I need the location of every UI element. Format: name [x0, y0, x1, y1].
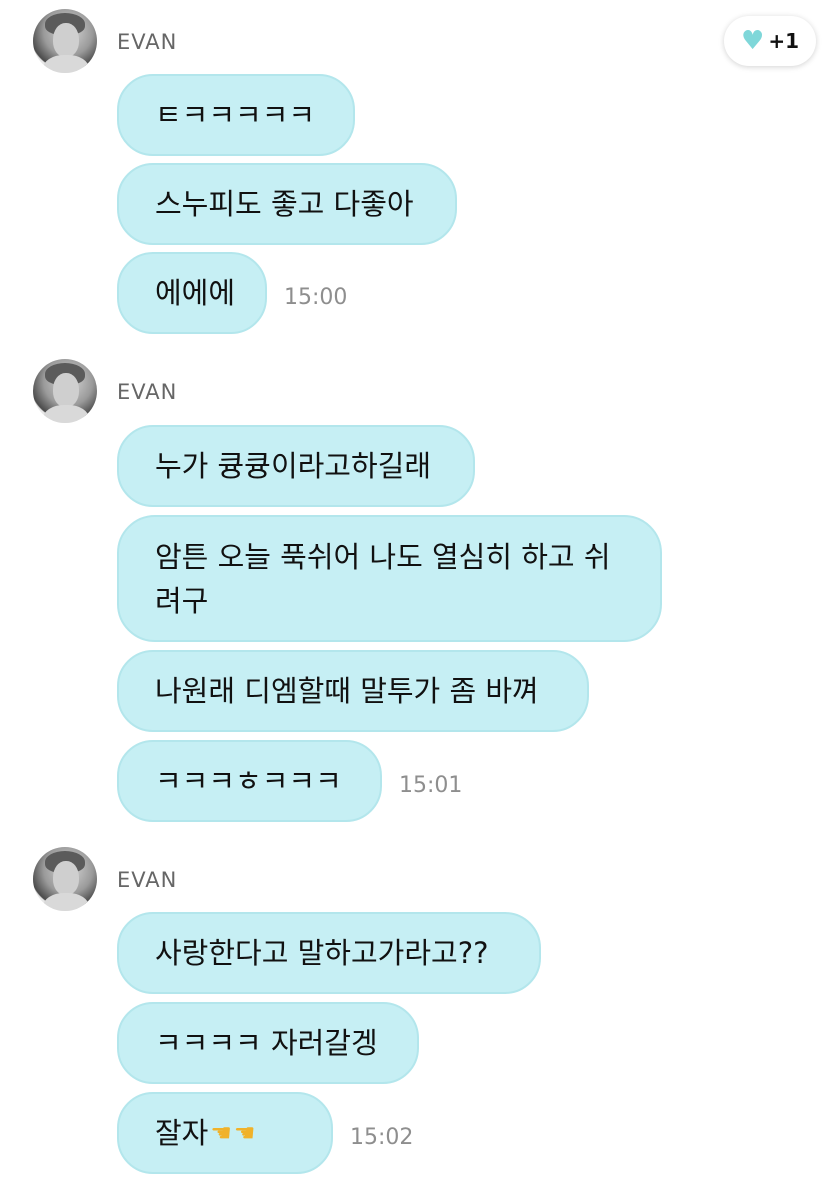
message-timestamp: 15:02 [350, 1125, 414, 1150]
message-bubble[interactable]: 나원래 디엠할때 말투가 좀 바껴 [117, 650, 589, 732]
message-text: 암튼 오늘 푹쉬어 나도 열심히 하고 쉬려구 [155, 539, 611, 618]
message-timestamp: 15:00 [284, 285, 348, 310]
message-text: 잘자 [155, 1116, 209, 1150]
message-timestamp: 15:01 [399, 773, 463, 798]
avatar[interactable] [33, 359, 97, 423]
heart-icon: ♥ [741, 26, 765, 56]
message-bubble[interactable]: 사랑한다고 말하고가라고?? [117, 912, 541, 994]
message-bubble[interactable]: 잘자 ☚ ☚ [117, 1092, 333, 1174]
hand-pointing-icon: ☚ [210, 1119, 232, 1147]
hand-pointing-icon: ☚ [233, 1119, 256, 1147]
message-bubble[interactable]: ㅋㅋㅋㅋ 자러갈겡 [117, 1002, 419, 1084]
avatar[interactable] [33, 9, 97, 73]
sender-name: EVAN [117, 868, 178, 892]
message-bubble[interactable]: 스누피도 좋고 다좋아 [117, 163, 457, 245]
message-text: ㅌㅋㅋㅋㅋㅋ [155, 98, 316, 132]
sender-name: EVAN [117, 380, 178, 404]
sender-name: EVAN [117, 30, 178, 54]
message-text: ㅋㅋㅋㅋ 자러갈겡 [155, 1026, 378, 1060]
message-text: 누가 큥큥이라고하길래 [155, 449, 432, 483]
message-text: 사랑한다고 말하고가라고?? [155, 936, 489, 970]
message-text: 에에에 [155, 276, 236, 310]
message-bubble[interactable]: 에에에 [117, 252, 267, 334]
message-text: 나원래 디엠할때 말투가 좀 바껴 [155, 674, 539, 708]
message-bubble[interactable]: ㅌㅋㅋㅋㅋㅋ [117, 74, 355, 156]
message-text: 스누피도 좋고 다좋아 [155, 187, 414, 221]
message-bubble[interactable]: 누가 큥큥이라고하길래 [117, 425, 475, 507]
avatar[interactable] [33, 847, 97, 911]
message-text: ㅋㅋㅋㅎㅋㅋㅋ [155, 764, 342, 798]
reaction-count: +1 [768, 29, 799, 53]
message-bubble[interactable]: ㅋㅋㅋㅎㅋㅋㅋ [117, 740, 382, 822]
message-bubble[interactable]: 암튼 오늘 푹쉬어 나도 열심히 하고 쉬려구 [117, 515, 662, 642]
reaction-badge[interactable]: ♥ +1 [724, 16, 816, 66]
